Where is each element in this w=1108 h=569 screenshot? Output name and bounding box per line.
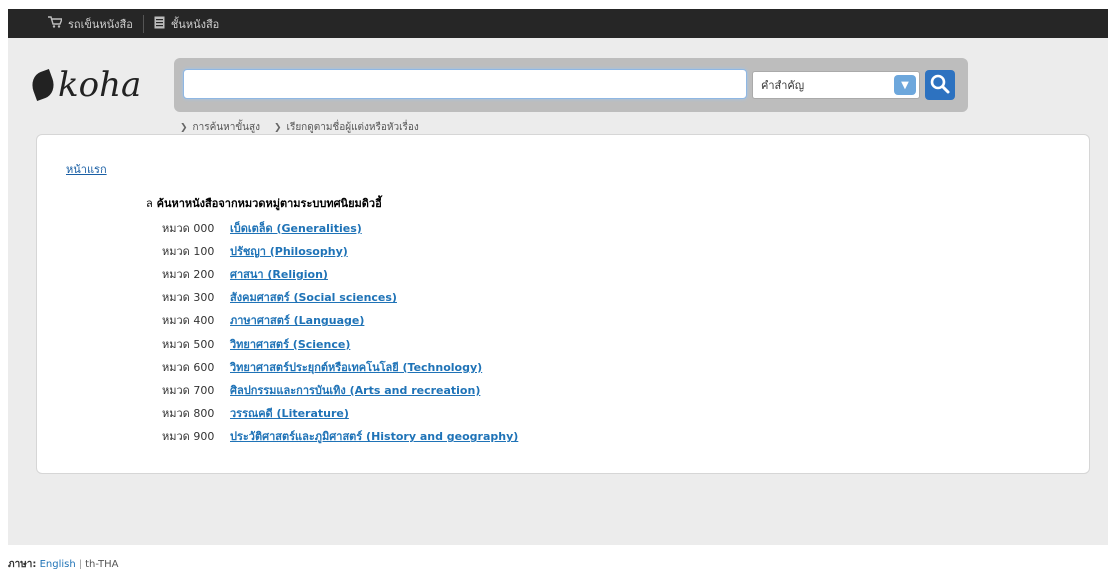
- search-input[interactable]: [183, 69, 747, 99]
- koha-logo[interactable]: koha: [28, 65, 142, 105]
- home-link[interactable]: หน้าแรก: [66, 160, 107, 178]
- category-code: หมวด 900: [162, 430, 215, 444]
- list-item: หมวด 500 วิทยาศาสตร์ (Science): [162, 332, 518, 355]
- lists-label: ชั้นหนังสือ: [170, 17, 220, 31]
- search-type-select[interactable]: คำสำคัญ ▼: [752, 71, 920, 99]
- list-item: หมวด 100 ปรัชญา (Philosophy): [162, 239, 518, 262]
- lang-english-link[interactable]: English: [40, 559, 76, 569]
- category-link[interactable]: เบ็ดเตล็ด (Generalities): [230, 219, 362, 237]
- category-code: หมวด 200: [162, 267, 215, 281]
- category-code: หมวด 000: [162, 221, 215, 235]
- category-link[interactable]: วิทยาศาสตร์ประยุกต์หรือเทคโนโลยี (Techno…: [230, 358, 482, 376]
- lang-current: th-THA: [85, 559, 119, 569]
- category-code: หมวด 500: [162, 337, 215, 351]
- category-code: หมวด 300: [162, 291, 215, 305]
- category-code: หมวด 400: [162, 314, 215, 328]
- category-code: หมวด 700: [162, 383, 215, 397]
- list-item: หมวด 400 ภาษาศาสตร์ (Language): [162, 309, 518, 332]
- top-bar: รถเข็นหนังสือ ชั้นหนังสือ: [0, 0, 1108, 38]
- category-code: หมวด 600: [162, 360, 215, 374]
- category-link[interactable]: สังคมศาสตร์ (Social sciences): [230, 288, 397, 306]
- browse-label: เรียกดูตามชื่อผู้แต่งหรือหัวเรื่อง: [286, 122, 419, 133]
- search-links: ❯ การค้นหาขั้นสูง ❯ เรียกดูตามชื่อผู้แต่งห…: [180, 120, 419, 135]
- list-item: หมวด 900 ประวัติศาสตร์และภูมิศาสตร์ (His…: [162, 425, 518, 448]
- cart-button[interactable]: รถเข็นหนังสือ: [8, 9, 143, 38]
- advanced-search-link[interactable]: ❯ การค้นหาขั้นสูง: [180, 120, 260, 135]
- list-icon: [154, 16, 165, 32]
- heading-text: ค้นหาหนังสือจากหมวดหมู่ตามระบบทศนิยมดิวอ…: [156, 197, 382, 210]
- lang-separator: |: [78, 559, 83, 569]
- category-code: หมวด 800: [162, 407, 215, 421]
- cart-icon: [48, 16, 64, 31]
- list-item: หมวด 600 วิทยาศาสตร์ประยุกต์หรือเทคโนโลย…: [162, 355, 518, 378]
- category-link[interactable]: ประวัติศาสตร์และภูมิศาสตร์ (History and …: [230, 427, 518, 445]
- heading-lead: ล: [146, 197, 153, 210]
- chevron-right-icon: ❯: [273, 123, 282, 133]
- list-item: หมวด 800 วรรณคดี (Literature): [162, 402, 518, 425]
- koha-leaf-icon: [28, 69, 58, 101]
- category-link[interactable]: ปรัชญา (Philosophy): [230, 242, 348, 260]
- category-list: หมวด 000 เบ็ดเตล็ด (Generalities) หมวด 1…: [162, 216, 518, 448]
- language-footer: ภาษา: English | th-THA: [8, 557, 119, 569]
- chevron-right-icon: ❯: [180, 123, 188, 133]
- category-link[interactable]: ศาสนา (Religion): [230, 265, 328, 283]
- browse-link[interactable]: ❯ เรียกดูตามชื่อผู้แต่งหรือหัวเรื่อง: [274, 120, 419, 135]
- logo-text: koha: [58, 65, 142, 105]
- category-link[interactable]: ศิลปกรรมและการบันเทิง (Arts and recreati…: [230, 381, 480, 399]
- list-item: หมวด 000 เบ็ดเตล็ด (Generalities): [162, 216, 518, 239]
- page-heading: ล ค้นหาหนังสือจากหมวดหมู่ตามระบบทศนิยมดิ…: [146, 194, 382, 212]
- chevron-down-icon: ▼: [894, 75, 916, 95]
- search-button[interactable]: [925, 70, 955, 100]
- list-item: หมวด 300 สังคมศาสตร์ (Social sciences): [162, 286, 518, 309]
- search-type-value: คำสำคัญ: [761, 79, 805, 92]
- category-link[interactable]: วิทยาศาสตร์ (Science): [230, 335, 350, 353]
- list-item: หมวด 700 ศิลปกรรมและการบันเทิง (Arts and…: [162, 378, 518, 401]
- list-item: หมวด 200 ศาสนา (Religion): [162, 262, 518, 285]
- category-link[interactable]: วรรณคดี (Literature): [230, 404, 349, 422]
- lists-button[interactable]: ชั้นหนังสือ: [144, 9, 229, 38]
- cart-label: รถเข็นหนังสือ: [68, 17, 133, 31]
- top-bar-inner: รถเข็นหนังสือ ชั้นหนังสือ: [8, 9, 1108, 38]
- category-code: หมวด 100: [162, 244, 215, 258]
- search-icon: [929, 73, 951, 98]
- category-link[interactable]: ภาษาศาสตร์ (Language): [230, 311, 364, 329]
- language-label: ภาษา:: [8, 559, 37, 569]
- advanced-search-label: การค้นหาขั้นสูง: [192, 122, 260, 133]
